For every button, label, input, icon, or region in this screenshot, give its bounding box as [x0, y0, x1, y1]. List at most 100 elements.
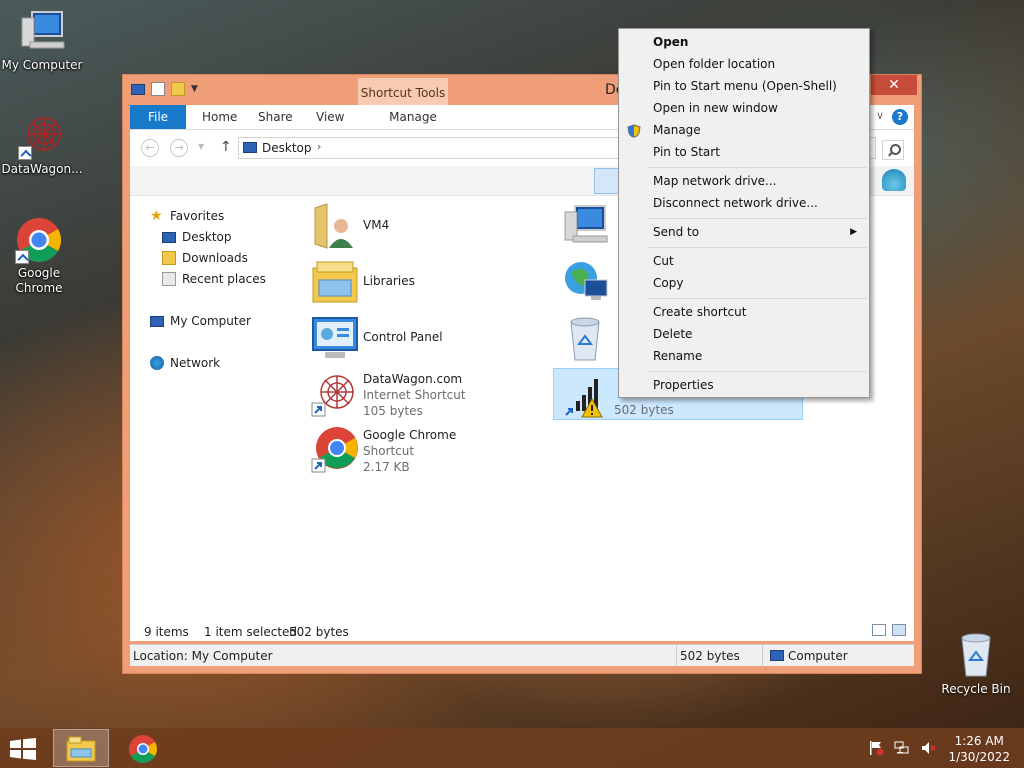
file-name: DataWagon.com [363, 372, 463, 386]
menu-item-open-new-window[interactable]: Open in new window [619, 97, 869, 119]
clock-date: 1/30/2022 [948, 750, 1010, 764]
nav-desktop[interactable]: Desktop [162, 230, 232, 244]
file-size: 502 bytes [614, 403, 674, 417]
desktop-location-icon [243, 142, 257, 153]
start-button[interactable] [8, 738, 38, 760]
uac-shield-icon [627, 123, 641, 138]
status-line: 9 items 1 item selected 502 bytes [130, 623, 914, 641]
shortcut-arrow-icon [18, 146, 32, 160]
file-size: 105 bytes [363, 404, 423, 418]
nav-label: My Computer [170, 314, 251, 328]
network-icon [150, 356, 164, 370]
menu-item-send-to[interactable]: Send to ▶ [619, 221, 869, 243]
navigation-pane: ★ Favorites Desktop Downloads Recent pla… [130, 196, 295, 641]
back-button[interactable]: ← [141, 139, 159, 157]
chrome-icon [128, 734, 158, 764]
zone-text: Computer [788, 649, 848, 663]
menu-item-map-network-drive[interactable]: Map network drive... [619, 170, 869, 192]
file-name: Google Chrome [363, 428, 457, 442]
tab-view[interactable]: View [302, 105, 358, 129]
computer-icon [561, 202, 609, 250]
properties-qat-icon[interactable] [151, 82, 165, 96]
tab-file[interactable]: File [130, 105, 186, 129]
desktop-icon-datawagon[interactable]: DataWagon... [0, 112, 84, 177]
nav-my-computer[interactable]: My Computer [150, 314, 251, 328]
file-item-google-chrome[interactable]: Google Chrome Shortcut 2.17 KB [303, 424, 553, 476]
file-item-control-panel[interactable]: Control Panel [303, 312, 553, 364]
desktop-icon-label: DataWagon... [1, 162, 83, 176]
nav-label: Downloads [182, 251, 248, 265]
up-button[interactable]: ↑ [220, 139, 232, 155]
system-tray [868, 740, 936, 756]
volume-muted-icon[interactable] [920, 740, 936, 756]
close-button[interactable]: ✕ [871, 75, 917, 95]
file-type: Shortcut [363, 444, 415, 458]
view-toggle-button[interactable] [594, 168, 620, 194]
ribbon-collapse-icon[interactable]: ∨ [876, 109, 884, 122]
file-name: Control Panel [363, 330, 443, 344]
search-icon[interactable] [882, 140, 904, 160]
menu-separator [649, 167, 867, 168]
datawagon-icon [18, 112, 66, 160]
details-divider [676, 645, 677, 667]
recent-locations-icon[interactable]: ▼ [198, 142, 204, 151]
menu-item-pin-start-menu[interactable]: Pin to Start menu (Open-Shell) [619, 75, 869, 97]
file-name: Libraries [363, 274, 415, 288]
menu-item-properties[interactable]: Properties [619, 374, 869, 396]
address-location: Desktop [262, 141, 312, 155]
desktop-icon-recycle-bin[interactable]: Recycle Bin [940, 630, 1012, 696]
tab-share[interactable]: Share [244, 105, 307, 129]
recent-places-icon [162, 272, 176, 286]
menu-item-create-shortcut[interactable]: Create shortcut [619, 301, 869, 323]
menu-item-manage[interactable]: Manage [619, 119, 869, 141]
menu-item-open[interactable]: Open [619, 31, 869, 53]
recycle-bin-icon [561, 314, 609, 362]
menu-item-disconnect-network-drive[interactable]: Disconnect network drive... [619, 192, 869, 214]
nav-network[interactable]: Network [150, 356, 220, 370]
tab-manage[interactable]: Manage [368, 105, 458, 129]
action-center-flag-icon[interactable] [868, 740, 884, 756]
file-type: Internet Shortcut [363, 388, 466, 402]
open-shell-icon[interactable] [882, 169, 906, 191]
menu-item-pin-to-start[interactable]: Pin to Start [619, 141, 869, 163]
forward-button[interactable]: → [170, 139, 188, 157]
menu-item-open-folder-location[interactable]: Open folder location [619, 53, 869, 75]
menu-separator [649, 298, 867, 299]
tab-home[interactable]: Home [188, 105, 251, 129]
file-item-vm4[interactable]: VM4 [303, 200, 553, 252]
nav-favorites[interactable]: ★ Favorites [150, 209, 224, 223]
taskbar-clock[interactable]: 1:26 AM 1/30/2022 [948, 733, 1010, 765]
help-icon[interactable]: ? [892, 109, 908, 125]
file-item-libraries[interactable]: Libraries [303, 256, 553, 308]
qat-dropdown-icon[interactable]: ▼ [191, 84, 198, 94]
details-view-icon[interactable] [872, 624, 886, 636]
file-item-datawagon[interactable]: DataWagon.com Internet Shortcut 105 byte… [303, 368, 553, 420]
network-status-icon[interactable] [894, 740, 910, 756]
taskbar-chrome[interactable] [115, 729, 171, 767]
nav-recent-places[interactable]: Recent places [162, 272, 266, 286]
large-icons-view-icon[interactable] [892, 624, 906, 636]
menu-item-label: Send to [653, 225, 700, 239]
menu-item-rename[interactable]: Rename [619, 345, 869, 367]
shortcut-arrow-icon [15, 250, 29, 264]
network-icon [561, 258, 609, 306]
desktop-icon-chrome[interactable]: Google Chrome [0, 216, 81, 296]
details-divider [762, 645, 763, 667]
layout-buttons [872, 624, 906, 636]
menu-item-cut[interactable]: Cut [619, 250, 869, 272]
user-folder-icon [311, 202, 359, 250]
chrome-icon [15, 216, 63, 264]
menu-item-copy[interactable]: Copy [619, 272, 869, 294]
computer-icon [18, 8, 66, 56]
submenu-arrow-icon: ▶ [850, 227, 857, 237]
taskbar-file-explorer[interactable] [53, 729, 109, 767]
nav-downloads[interactable]: Downloads [162, 251, 248, 265]
nav-label: Favorites [170, 209, 225, 223]
details-bar: Location: My Computer 502 bytes Computer [130, 644, 914, 667]
new-folder-qat-icon[interactable] [171, 82, 185, 96]
desktop-icon-label: Google Chrome [15, 266, 63, 295]
breadcrumb-chevron-icon[interactable]: › [317, 140, 321, 153]
desktop-icon-my-computer[interactable]: My Computer [0, 8, 84, 73]
network-signal-warning-icon [562, 371, 610, 419]
menu-item-delete[interactable]: Delete [619, 323, 869, 345]
